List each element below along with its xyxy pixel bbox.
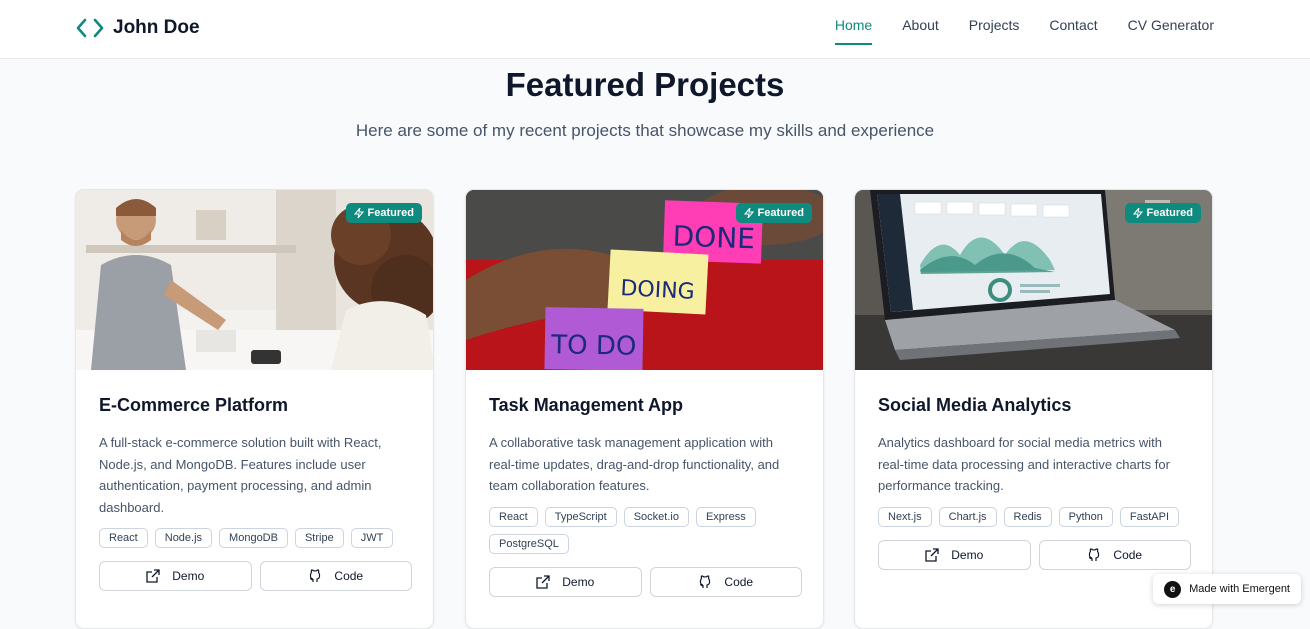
tech-tag: React	[99, 528, 148, 548]
project-card-social-analytics: Featured Social Media Analytics Analytic…	[854, 189, 1213, 629]
tech-tag: MongoDB	[219, 528, 288, 548]
project-body: E-Commerce Platform A full-stack e-comme…	[99, 395, 412, 591]
nav-links: Home About Projects Contact CV Generator	[834, 17, 1214, 45]
tech-tags: React Node.js MongoDB Stripe JWT	[99, 528, 412, 548]
sticky-note-done: DONE	[672, 220, 755, 256]
tech-tags: Next.js Chart.js Redis Python FastAPI	[878, 506, 1191, 527]
project-card-task-management: DONE DOING TO DO Featured Task Managemen…	[465, 189, 824, 629]
project-body: Social Media Analytics Analytics dashboa…	[878, 395, 1191, 570]
brand[interactable]: John Doe	[75, 16, 200, 40]
external-link-icon	[925, 547, 939, 562]
demo-button[interactable]: Demo	[878, 539, 1031, 570]
tech-tags: React TypeScript Socket.io Express Postg…	[489, 506, 802, 554]
featured-badge: Featured	[1124, 203, 1201, 223]
project-title: Task Management App	[489, 395, 684, 415]
tech-tag: React	[489, 506, 538, 527]
project-card-ecommerce: Featured E-Commerce Platform A full-stac…	[75, 189, 434, 629]
section-subtitle: Here are some of my recent projects that…	[355, 121, 935, 140]
sticky-note-todo: TO DO	[550, 330, 637, 361]
project-body: Task Management App A collaborative task…	[489, 395, 802, 597]
code-button-label: Code	[1113, 547, 1143, 562]
nav-projects[interactable]: Projects	[969, 17, 1020, 45]
project-actions: Demo Code	[489, 566, 802, 597]
tech-tag: Next.js	[878, 506, 932, 527]
top-navbar: John Doe Home About Projects Contact CV …	[0, 0, 1310, 59]
nav-home[interactable]: Home	[834, 17, 873, 45]
section-title: Featured Projects	[505, 66, 785, 103]
tech-tag: FastAPI	[1119, 506, 1180, 527]
github-icon	[310, 569, 321, 582]
github-icon	[1089, 547, 1100, 561]
featured-badge-label: Featured	[1146, 207, 1193, 219]
demo-button[interactable]: Demo	[99, 561, 252, 591]
external-link-icon	[536, 574, 550, 589]
lightning-icon	[1132, 208, 1143, 218]
code-button-label: Code	[724, 574, 754, 589]
featured-badge-label: Featured	[757, 207, 804, 219]
demo-button-label: Demo	[172, 569, 205, 583]
demo-button-label: Demo	[951, 547, 984, 562]
demo-button-label: Demo	[562, 574, 595, 589]
tech-tag: Redis	[1003, 506, 1052, 527]
sticky-note-doing: DOING	[620, 276, 695, 305]
made-with-emergent-badge[interactable]: e Made with Emergent	[1153, 574, 1301, 604]
tech-tag: TypeScript	[544, 506, 617, 527]
emergent-logo-icon: e	[1164, 580, 1182, 598]
project-actions: Demo Code	[99, 561, 412, 591]
lightning-icon	[743, 208, 754, 218]
tech-tag: Chart.js	[938, 506, 997, 527]
featured-badge: Featured	[735, 203, 812, 223]
code-icon	[76, 18, 104, 38]
nav-about[interactable]: About	[902, 17, 939, 45]
project-title: Social Media Analytics	[878, 395, 1072, 415]
external-link-icon	[146, 569, 160, 583]
made-with-emergent-label: Made with Emergent	[1189, 583, 1290, 595]
featured-badge: Featured	[345, 203, 422, 223]
tech-tag: Socket.io	[623, 506, 689, 527]
code-button[interactable]: Code	[259, 561, 412, 591]
tech-tag: Express	[695, 506, 756, 527]
tech-tag: JWT	[350, 528, 394, 548]
lightning-icon	[353, 208, 364, 218]
code-button[interactable]: Code	[649, 566, 802, 597]
project-description: A full-stack e-commerce solution built w…	[99, 435, 382, 515]
nav-contact[interactable]: Contact	[1049, 17, 1097, 45]
featured-badge-label: Featured	[367, 207, 414, 219]
tech-tag: Node.js	[154, 528, 213, 548]
github-icon	[700, 574, 711, 588]
code-button-label: Code	[334, 569, 364, 583]
tech-tag: PostgreSQL	[489, 533, 569, 554]
nav-cv-generator[interactable]: CV Generator	[1128, 17, 1214, 45]
brand-name: John Doe	[113, 17, 200, 38]
tech-tag: Stripe	[294, 528, 344, 548]
tech-tag: Python	[1058, 506, 1113, 527]
project-title: E-Commerce Platform	[99, 395, 289, 415]
demo-button[interactable]: Demo	[489, 566, 642, 597]
code-button[interactable]: Code	[1038, 539, 1191, 570]
project-actions: Demo Code	[878, 539, 1191, 570]
project-description: Analytics dashboard for social media met…	[878, 435, 1170, 493]
project-description: A collaborative task management applicat…	[489, 435, 780, 493]
